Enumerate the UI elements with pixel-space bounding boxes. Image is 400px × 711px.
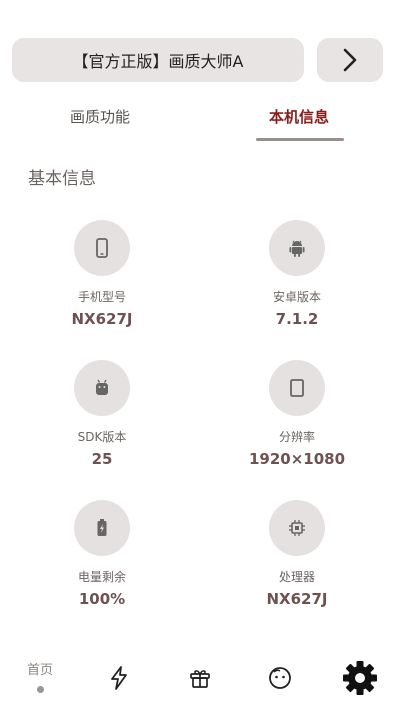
android-icon <box>289 240 305 257</box>
face-icon <box>269 667 291 689</box>
gift-icon <box>190 670 210 688</box>
info-value: 7.1.2 <box>275 310 319 328</box>
nav-gift[interactable] <box>165 645 235 711</box>
info-label: 安卓版本 <box>272 290 321 304</box>
info-label: 处理器 <box>278 570 315 584</box>
icon-circle <box>74 500 130 556</box>
app-title: 【官方正版】画质大师A <box>72 52 244 71</box>
tab-image-quality[interactable]: 画质功能 <box>35 96 165 136</box>
bolt-icon <box>111 666 127 690</box>
info-label: 电量剩余 <box>77 570 126 584</box>
icon-circle <box>269 360 325 416</box>
screen-icon <box>290 379 304 397</box>
android-head-icon <box>96 379 108 395</box>
info-item-sdk-version: SDK版本 25 <box>22 360 182 468</box>
active-tab-indicator <box>256 138 344 141</box>
nav-home[interactable]: 首页 <box>5 645 75 711</box>
bottom-nav: 首页 <box>0 645 400 711</box>
next-button[interactable] <box>317 38 383 82</box>
info-item-android-version: 安卓版本 7.1.2 <box>217 220 377 328</box>
info-value: 1920×1080 <box>248 450 346 468</box>
info-label: SDK版本 <box>77 430 127 444</box>
nav-settings[interactable] <box>325 645 395 711</box>
nav-active-dot <box>36 686 44 693</box>
tab-device-info[interactable]: 本机信息 <box>234 96 364 136</box>
nav-boost[interactable] <box>84 645 154 711</box>
battery-icon <box>97 519 107 536</box>
info-item-battery: 电量剩余 100% <box>22 500 182 608</box>
info-item-processor: 处理器 NX627J <box>217 500 377 608</box>
tab-bar: 画质功能 本机信息 <box>0 96 400 142</box>
info-value: 25 <box>91 450 113 468</box>
icon-circle <box>269 500 325 556</box>
cpu-icon <box>289 520 305 536</box>
nav-home-label: 首页 <box>26 663 53 678</box>
app-title-bar[interactable]: 【官方正版】画质大师A <box>12 38 304 82</box>
info-label: 手机型号 <box>77 290 126 304</box>
phone-icon <box>96 238 108 258</box>
icon-circle <box>269 220 325 276</box>
nav-face[interactable] <box>245 645 315 711</box>
tab-label: 本机信息 <box>268 107 329 126</box>
info-value: NX627J <box>71 310 133 328</box>
info-label: 分辨率 <box>278 430 315 444</box>
icon-circle <box>74 360 130 416</box>
section-title: 基本信息 <box>28 169 96 189</box>
gear-icon <box>343 661 377 695</box>
chevron-right-icon <box>343 48 357 72</box>
tab-label: 画质功能 <box>69 107 130 126</box>
info-value: NX627J <box>266 590 328 608</box>
header: 【官方正版】画质大师A <box>0 0 400 100</box>
info-item-phone-model: 手机型号 NX627J <box>22 220 182 328</box>
icon-circle <box>74 220 130 276</box>
info-item-resolution: 分辨率 1920×1080 <box>217 360 377 468</box>
info-value: 100% <box>78 590 126 608</box>
